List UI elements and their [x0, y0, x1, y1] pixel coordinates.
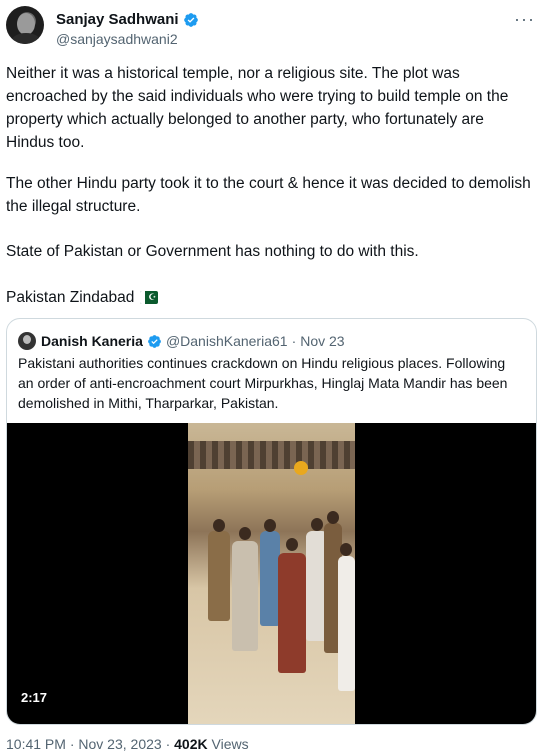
quoted-date: Nov 23	[300, 333, 345, 349]
tweet-header: Sanjay Sadhwani @sanjaysadhwani2 ···	[6, 6, 543, 50]
verified-badge-icon	[183, 12, 198, 27]
views-count: 402K	[174, 736, 208, 752]
verified-badge-icon	[148, 334, 161, 348]
footer-separator: ·	[165, 736, 171, 752]
author-name-text[interactable]: Sanjay Sadhwani	[56, 11, 179, 28]
quoted-author-handle: @DanishKaneria61	[165, 333, 288, 349]
quoted-author-name: Danish Kaneria	[41, 333, 143, 349]
video-thumbnail	[188, 423, 355, 724]
quoted-tweet-text: Pakistani authorities continues crackdow…	[18, 355, 508, 411]
tweet-paragraph-2: The other Hindu party took it to the cou…	[6, 175, 531, 215]
more-options-icon[interactable]: ···	[514, 9, 535, 30]
author-display-name[interactable]: Sanjay Sadhwani	[56, 11, 199, 28]
tweet-date[interactable]: Nov 23, 2023	[78, 736, 161, 752]
views-label: Views	[211, 736, 249, 752]
tweet-paragraph-4: Pakistan Zindabad ☪	[6, 286, 536, 309]
quoted-tweet-header: Danish Kaneria @DanishKaneria61 · Nov 23	[18, 331, 345, 351]
quoted-tweet[interactable]: Danish Kaneria @DanishKaneria61 · Nov 23…	[6, 318, 537, 725]
tweet-footer: 10:41 PM · Nov 23, 2023 · 402K Views	[6, 736, 249, 752]
pakistan-flag-icon: ☪	[140, 291, 159, 304]
video-player[interactable]: 2:17	[7, 423, 536, 724]
tweet-paragraph-1: Neither it was a historical temple, nor …	[6, 65, 509, 151]
video-duration: 2:17	[21, 690, 48, 705]
tweet-time[interactable]: 10:41 PM	[6, 736, 66, 752]
footer-separator: ·	[69, 736, 75, 752]
author-handle[interactable]: @sanjaysadhwani2	[56, 31, 178, 47]
quoted-author-avatar	[18, 332, 36, 350]
tweet-paragraph-4-text: Pakistan Zindabad	[6, 289, 135, 306]
quoted-separator: ·	[291, 333, 297, 349]
tweet-paragraph-3: State of Pakistan or Government has noth…	[6, 243, 419, 260]
author-avatar[interactable]	[6, 6, 44, 44]
